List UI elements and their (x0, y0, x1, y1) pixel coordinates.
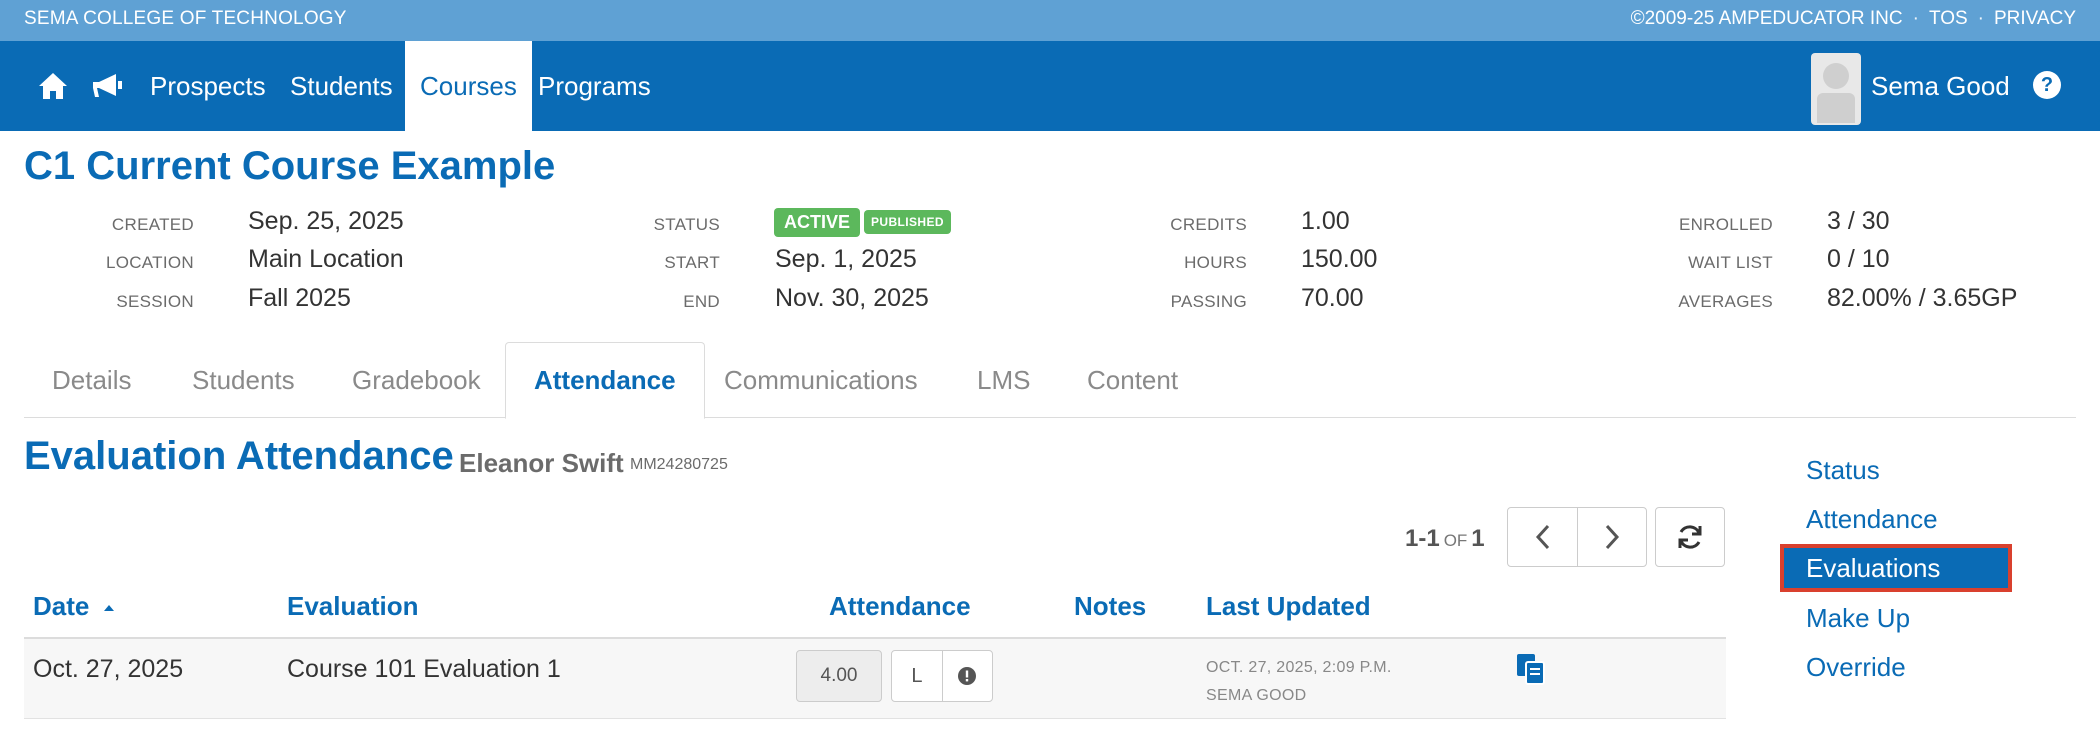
excused-button[interactable] (941, 651, 992, 701)
tab-content[interactable]: Content (1059, 342, 1206, 418)
hours-value: 150.00 (1301, 245, 1378, 273)
course-title: C1 Current Course Example (24, 144, 556, 188)
refresh-icon (1678, 525, 1702, 549)
published-badge: PUBLISHED (864, 210, 951, 235)
footer-links: ©2009-25 AMPEDUCATOR INC · TOS · PRIVACY (1631, 8, 2076, 30)
col-last-updated-header[interactable]: Last Updated (1206, 591, 1371, 622)
separator-dot: · (1977, 8, 1984, 29)
copy-icon[interactable] (1515, 652, 1547, 686)
status-badges: ACTIVE PUBLISHED (774, 207, 951, 237)
pager-range: 1-1 (1405, 525, 1440, 552)
credits-label: CREDITS (1170, 215, 1247, 234)
created-value: Sep. 25, 2025 (248, 207, 404, 235)
top-info-bar: SEMA COLLEGE OF TECHNOLOGY ©2009-25 AMPE… (0, 0, 2100, 41)
exclamation-circle-icon (958, 667, 977, 685)
col-date-header[interactable]: Date (33, 591, 115, 622)
copyright-text: ©2009-25 AMPEDUCATOR INC (1630, 8, 1903, 29)
status-badge: ACTIVE (774, 207, 861, 237)
course-tabs: Details Students Gradebook Attendance Co… (24, 342, 2076, 419)
session-value: Fall 2025 (248, 284, 351, 312)
side-menu-make-up[interactable]: Make Up (1806, 603, 1910, 634)
col-notes-header[interactable]: Notes (1074, 591, 1146, 622)
chevron-right-icon (1605, 524, 1620, 550)
end-label: END (683, 292, 720, 311)
start-value: Sep. 1, 2025 (775, 245, 917, 273)
averages-label: AVERAGES (1678, 292, 1773, 311)
avatar[interactable] (1811, 53, 1861, 125)
status-label: STATUS (653, 215, 720, 234)
tab-communications[interactable]: Communications (696, 342, 946, 418)
side-menu-override[interactable]: Override (1806, 652, 1906, 683)
nav-programs[interactable]: Programs (523, 41, 666, 131)
privacy-link[interactable]: PRIVACY (1994, 8, 2076, 30)
row-evaluation: Course 101 Evaluation 1 (287, 655, 561, 683)
created-label: CREATED (111, 215, 194, 234)
averages-value: 82.00% / 3.65GP (1827, 284, 2018, 312)
pager-total: 1 (1471, 525, 1485, 552)
side-menu-status[interactable]: Status (1806, 455, 1880, 486)
credits-value: 1.00 (1301, 207, 1350, 235)
sort-asc-icon (103, 605, 114, 612)
nav-prospects[interactable]: Prospects (135, 41, 281, 131)
student-name: Eleanor Swift (459, 448, 624, 478)
enrolled-value: 3 / 30 (1827, 207, 1890, 235)
side-menu-attendance[interactable]: Attendance (1806, 504, 1938, 535)
col-evaluation-header[interactable]: Evaluation (287, 591, 418, 622)
location-label: LOCATION (105, 253, 194, 272)
session-label: SESSION (116, 292, 194, 311)
enrolled-label: ENROLLED (1678, 215, 1773, 234)
school-name: SEMA COLLEGE OF TECHNOLOGY (24, 8, 347, 29)
attendance-actions: L (891, 650, 993, 702)
nav-courses[interactable]: Courses (405, 41, 532, 131)
tab-students[interactable]: Students (164, 342, 323, 418)
pager-summary: 1-1 OF 1 (1405, 525, 1485, 553)
passing-value: 70.00 (1301, 284, 1364, 312)
refresh-button[interactable] (1655, 507, 1725, 567)
col-attendance-header[interactable]: Attendance (829, 591, 971, 622)
attendance-hours-input[interactable]: 4.00 (796, 650, 882, 702)
row-last-updated: OCT. 27, 2025, 2:09 P.M. SEMA GOOD (1206, 654, 1392, 710)
hours-label: HOURS (1184, 253, 1247, 272)
student-id: MM24280725 (630, 456, 728, 473)
separator-dot: · (1912, 8, 1919, 29)
waitlist-value: 0 / 10 (1827, 245, 1890, 273)
location-value: Main Location (248, 245, 404, 273)
pager-of: OF (1443, 531, 1468, 550)
tab-lms[interactable]: LMS (949, 342, 1058, 418)
tab-details[interactable]: Details (24, 342, 159, 418)
tab-attendance[interactable]: Attendance (505, 342, 705, 419)
next-page-button[interactable] (1577, 508, 1646, 566)
end-value: Nov. 30, 2025 (775, 284, 929, 312)
prev-page-button[interactable] (1508, 508, 1577, 566)
section-title: Evaluation Attendance (24, 434, 454, 478)
passing-label: PASSING (1170, 292, 1247, 311)
megaphone-icon[interactable] (89, 68, 125, 104)
tos-link[interactable]: TOS (1929, 8, 1968, 30)
home-icon[interactable] (35, 68, 71, 104)
main-navbar: Prospects Students Courses Programs Sema… (0, 41, 2100, 131)
user-name[interactable]: Sema Good (1871, 41, 2010, 131)
side-menu-evaluations[interactable]: Evaluations (1780, 544, 2012, 592)
updated-date: OCT. 27, 2025, 2:09 P.M. (1206, 659, 1392, 676)
late-button[interactable]: L (892, 651, 942, 701)
row-date: Oct. 27, 2025 (33, 655, 184, 683)
tab-gradebook[interactable]: Gradebook (324, 342, 509, 418)
start-label: START (664, 253, 720, 272)
help-icon[interactable]: ? (2033, 71, 2061, 99)
nav-students[interactable]: Students (275, 41, 408, 131)
pager-buttons (1507, 507, 1647, 567)
updated-by: SEMA GOOD (1206, 687, 1307, 704)
chevron-left-icon (1535, 524, 1549, 550)
waitlist-label: WAIT LIST (1688, 253, 1773, 272)
